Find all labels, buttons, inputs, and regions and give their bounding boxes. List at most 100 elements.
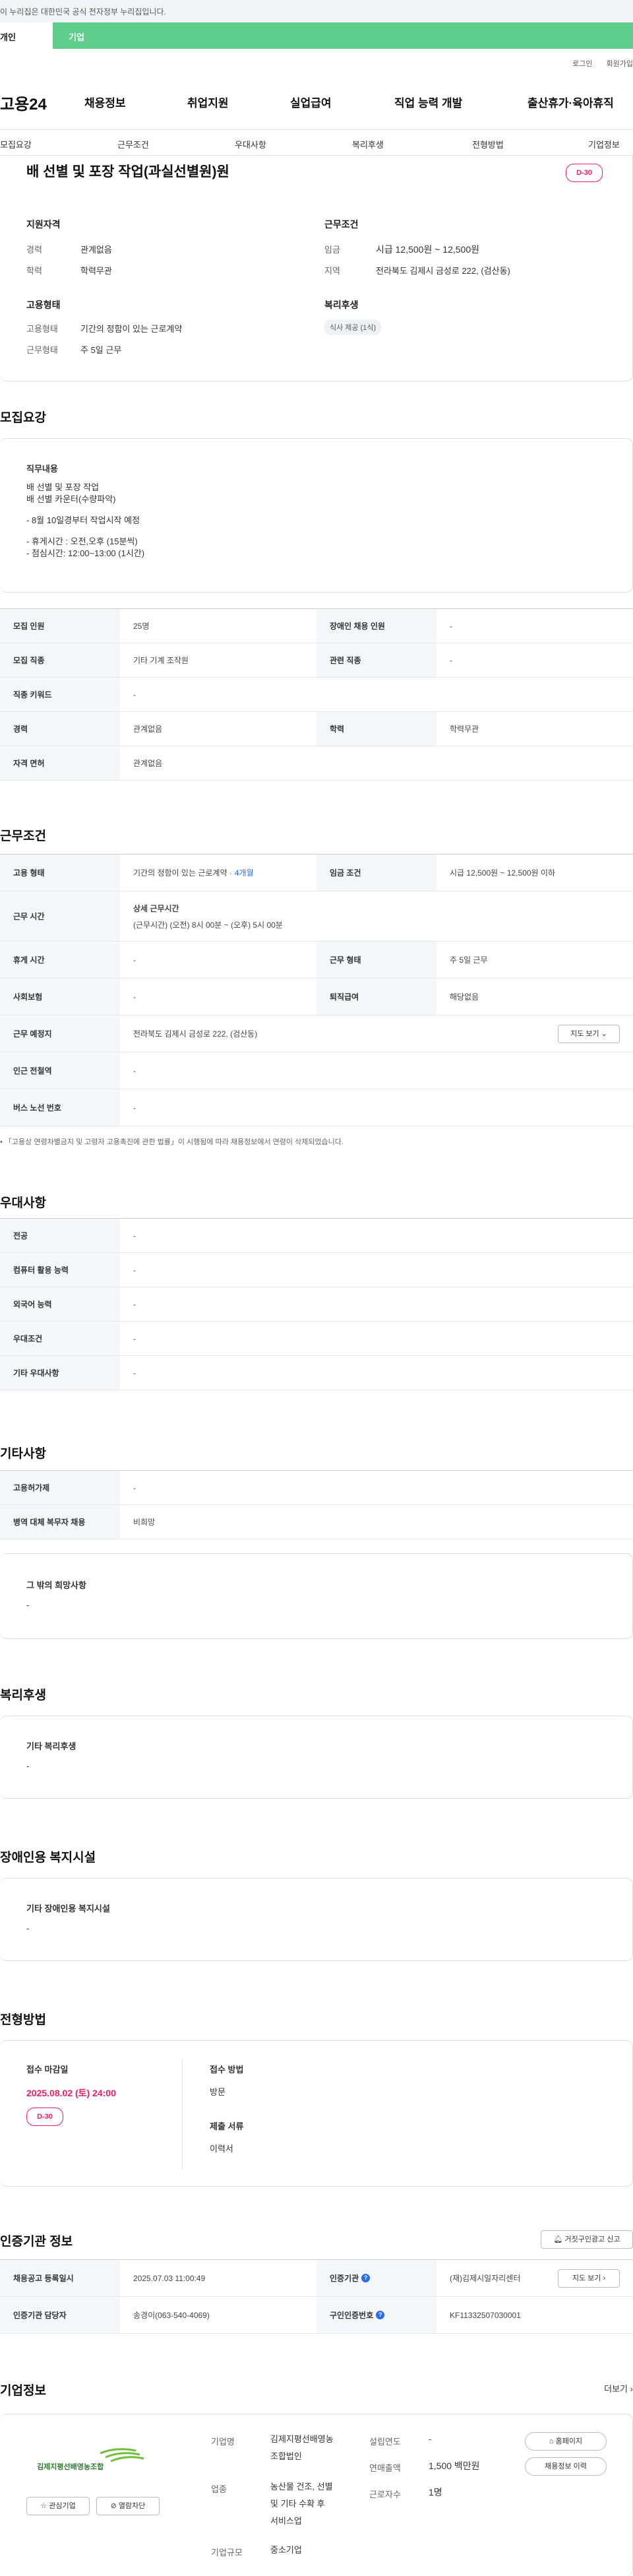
job-title: 배 선별 및 포장 작업(과실선별원)원 [26,164,229,179]
table-row: 모집 인원 25명 장애인 채용 인원 - [0,609,633,643]
welfare-section-title: 복리후생 [0,1689,46,1702]
contract-period: 4개월 [234,868,254,878]
anchor-welfare[interactable]: 복리후생 [352,138,384,150]
wish-heading: 그 밖의 희망사항 [26,1580,86,1590]
report-false-ad-button[interactable]: 🔔︎ 거짓구인광고 신고 [541,2230,633,2249]
tab-personal[interactable]: 개인 [0,22,53,49]
job-content-line: 배 선별 카운터(수량파악) [26,494,116,504]
row-label: 인증기관 담당자 [0,2297,120,2333]
work-form-value: 주 5일 근무 [80,345,122,355]
disability-box-heading: 기타 장애인용 복지시설 [26,1904,110,1914]
conditions-section-title: 근무조건 [0,829,46,843]
sales-label: 연매출액 [369,2463,401,2473]
homepage-button[interactable]: ⌂ 홈페이지 [525,2432,607,2451]
method-value: 방문 [210,2087,226,2097]
row-label: 모집 직종 [0,643,120,677]
row-value: - [450,655,452,665]
row-value: 관계없음 [133,759,163,768]
employment-type-value: 기간의 정함이 있는 근로계약 [80,324,183,334]
anchor-preference[interactable]: 우대사항 [235,138,266,150]
row-value: 25명 [133,622,150,631]
founded-value: - [429,2434,432,2444]
preference-section-title: 우대사항 [0,1196,46,1210]
row-value: - [133,1231,136,1240]
qualification-heading: 지원자격 [26,219,61,230]
row-value: 비희망 [133,1518,156,1527]
nav-item-parental-leave[interactable]: 출산휴가·육아휴직 [528,94,614,110]
table-row: 컴퓨터 활용 능력 - [0,1253,633,1287]
login-link[interactable]: 로그인 [572,60,592,68]
row-label: 외국어 능력 [0,1287,120,1321]
deadline-value: 2025.08.02 (토) 24:00 [26,2088,116,2098]
disability-section-title: 장애인용 복지시설 [0,1851,96,1865]
row-label: 퇴직급여 [316,979,437,1015]
company-industry-label: 업종 [211,2484,227,2494]
chevron-down-icon: ⌄ [601,1030,607,1038]
area-value: 전라북도 김제시 금성로 222, (검산동) [376,266,510,276]
nav-item-employment-support[interactable]: 취업지원 [187,94,229,110]
row-label: 휴게 시간 [0,942,120,978]
row-value: 2025.07.03 11:00:49 [133,2273,206,2283]
tab-company[interactable]: 기업 [69,30,84,43]
favorite-company-button[interactable]: ☆ 관심기업 [26,2497,90,2515]
row-label: 병역 대체 복무자 채용 [0,1505,120,1539]
anchor-conditions[interactable]: 근무조건 [117,138,149,150]
nav-item-jobs[interactable]: 채용정보 [84,94,126,110]
row-label: 경력 [0,712,120,746]
info-icon[interactable]: ? [376,2311,385,2319]
row-value: - [133,1483,136,1493]
table-row: 근무 시간 상세 근무시간 (근무시간) (오전) 8시 00분 ~ (오후) … [0,891,633,942]
agency-section-title: 인증기관 정보 [0,2235,73,2249]
deadline-heading: 접수 마감일 [26,2065,69,2075]
nav-item-unemployment-benefit[interactable]: 실업급여 [290,94,332,110]
row-value: 기간의 정함이 있는 근로계약 · 4개월 [120,854,254,891]
staff-label: 근로자수 [369,2490,401,2499]
founded-label: 설립연도 [369,2437,401,2447]
dday-badge: D-30 [566,164,603,182]
table-row: 모집 직종 기타 기계 조작원 관련 직종 - [0,643,633,678]
row-label: 고용 형태 [0,854,120,891]
row-value: 전라북도 김제시 금성로 222, (검산동) [133,1029,258,1039]
disability-box-value: - [26,1923,30,1933]
job-content-line: - 휴게시간 : 오전,오후 (15분씩) [26,536,138,546]
welfare-heading: 복리후생 [324,300,359,310]
table-row: 자격 면허 관계없음 [0,746,633,781]
company-more-label: 더보기 [604,2384,628,2394]
row-label: 직종 키워드 [0,678,120,711]
map-view-button[interactable]: 지도 보기 ⌄ [558,1025,620,1043]
table-row: 버스 노선 번호 - [0,1089,633,1126]
table-row: 채용공고 등록일시 2025.07.03 11:00:49 인증기관? (재)김… [0,2260,633,2297]
table-row: 휴게 시간 - 근무 형태 주 5일 근무 [0,942,633,979]
table-row: 외국어 능력 - [0,1287,633,1322]
company-more-link[interactable]: 더보기 › [604,2382,633,2395]
row-value: 해당없음 [450,992,479,1002]
agency-map-button[interactable]: 지도 보기 › [558,2269,620,2288]
nav-item-job-training[interactable]: 직업 능력 개발 [394,94,462,110]
info-icon[interactable]: ? [361,2274,371,2282]
signup-link[interactable]: 회원가입 [607,60,633,68]
row-label: 우대조건 [0,1322,120,1355]
row-label: 근무 예정지 [0,1015,120,1052]
anchor-recruit[interactable]: 모집요강 [0,138,32,150]
row-label: 장애인 채용 인원 [316,609,437,643]
row-value: - [133,992,136,1002]
company-name-value: 김제지평선배영농 조합법인 [270,2434,334,2461]
site-logo[interactable]: 고용24 [0,91,47,114]
block-view-button[interactable]: ⊘ 열람차단 [96,2497,160,2515]
row-value: - [133,1299,136,1309]
chevron-right-icon: › [603,2274,606,2282]
table-row: 우대조건 - [0,1322,633,1356]
company-size-label: 기업규모 [211,2548,243,2558]
selection-section-title: 전형방법 [0,2013,46,2027]
row-value: 학력무관 [450,724,479,734]
anchor-selection[interactable]: 전형방법 [472,138,504,150]
row-label: 사회보험 [0,979,120,1015]
row-label: 버스 노선 번호 [0,1089,120,1126]
sales-value: 1,500 백만원 [429,2461,480,2471]
job-history-button[interactable]: 채용정보 이력 [525,2457,607,2476]
anchor-company[interactable]: 기업정보 [588,138,620,150]
staff-value: 1명 [429,2487,442,2497]
row-value: 기타 기계 조작원 [133,656,189,665]
job-content-line: - 8월 10일경부터 작업시작 예정 [26,515,140,525]
wage-value: 시급 12,500원 ~ 12,500원 [376,244,480,255]
